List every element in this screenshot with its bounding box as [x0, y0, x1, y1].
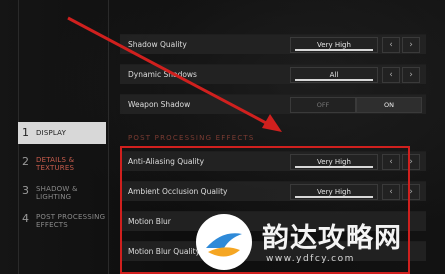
watermark: 韵达攻略网 www.ydfcy.com — [196, 214, 436, 270]
watermark-logo — [196, 214, 252, 270]
watermark-text: 韵达攻略网 — [262, 223, 402, 254]
watermark-url: www.ydfcy.com — [266, 254, 355, 264]
